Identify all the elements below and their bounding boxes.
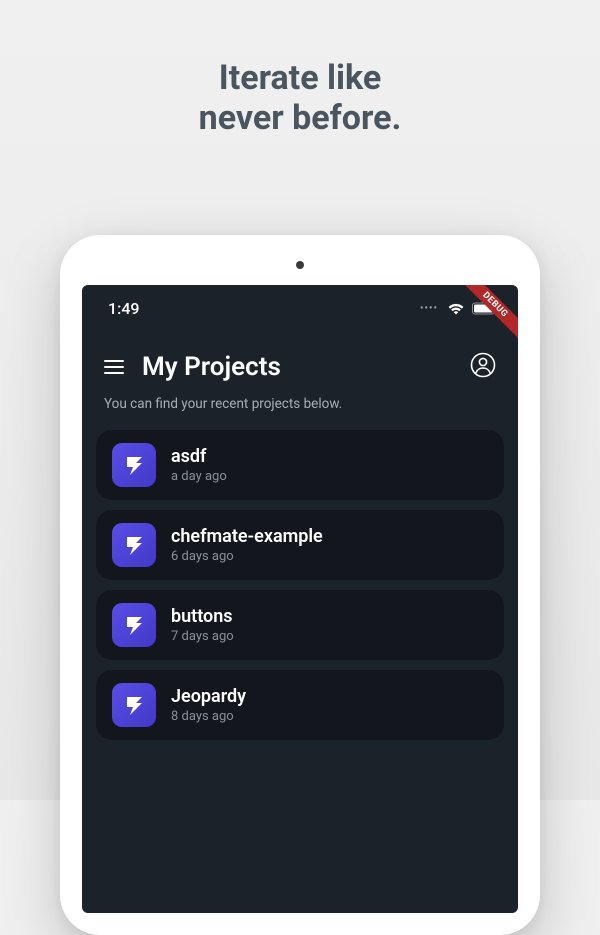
headline-line2: never before. bbox=[0, 98, 600, 138]
project-time: 7 days ago bbox=[171, 629, 234, 644]
tablet-frame: DEBUG 1:49 •••• My Projects You can bbox=[60, 235, 540, 935]
project-info: chefmate-example 6 days ago bbox=[171, 526, 323, 564]
project-time: 8 days ago bbox=[171, 709, 246, 724]
project-name: chefmate-example bbox=[171, 526, 323, 547]
app-logo-icon bbox=[112, 523, 156, 567]
page-title: My Projects bbox=[142, 352, 452, 382]
project-card[interactable]: Jeopardy 8 days ago bbox=[96, 670, 504, 740]
project-card[interactable]: buttons 7 days ago bbox=[96, 590, 504, 660]
project-name: Jeopardy bbox=[171, 686, 246, 707]
status-bar: 1:49 •••• bbox=[82, 285, 518, 326]
app-header: My Projects bbox=[82, 326, 518, 392]
project-time: a day ago bbox=[171, 469, 227, 484]
project-time: 6 days ago bbox=[171, 549, 323, 564]
app-screen: DEBUG 1:49 •••• My Projects You can bbox=[82, 285, 518, 913]
project-info: buttons 7 days ago bbox=[171, 606, 234, 644]
project-name: buttons bbox=[171, 606, 234, 627]
headline: Iterate like never before. bbox=[0, 0, 600, 138]
app-logo-icon bbox=[112, 603, 156, 647]
app-logo-icon bbox=[112, 683, 156, 727]
subheading: You can find your recent projects below. bbox=[82, 392, 518, 430]
status-time: 1:49 bbox=[108, 299, 140, 318]
profile-icon[interactable] bbox=[470, 352, 496, 382]
project-name: asdf bbox=[171, 446, 227, 467]
tablet-camera bbox=[296, 261, 304, 269]
app-logo-icon bbox=[112, 443, 156, 487]
project-info: asdf a day ago bbox=[171, 446, 227, 484]
project-card[interactable]: chefmate-example 6 days ago bbox=[96, 510, 504, 580]
project-info: Jeopardy 8 days ago bbox=[171, 686, 246, 724]
menu-icon[interactable] bbox=[104, 360, 124, 374]
wifi-icon bbox=[447, 302, 465, 315]
cellular-dots-icon: •••• bbox=[420, 303, 438, 314]
headline-line1: Iterate like bbox=[0, 58, 600, 98]
project-list: asdf a day ago chefmate-example 6 days a… bbox=[82, 430, 518, 740]
project-card[interactable]: asdf a day ago bbox=[96, 430, 504, 500]
